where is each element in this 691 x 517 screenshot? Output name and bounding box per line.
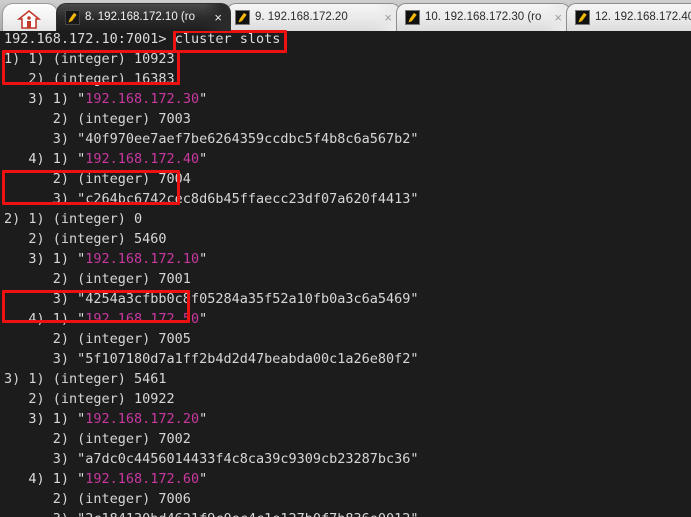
line-suffix: " [199,471,208,487]
terminal-line: 3) "a7dc0c4456014433f4c8ca39c9309cb23287… [4,451,419,467]
terminal-line: 3) "5f107180d7a1ff2b4d2d47beabda00c1a26e… [4,351,419,367]
terminal-line: 2) (integer) 7003 [4,111,191,127]
command-text: cluster slots [174,31,281,47]
terminal-line: 2) (integer) 7001 [4,271,191,287]
terminal-line: 4) 1) "192.168.172.40" [4,149,691,169]
tab-label: 9. 192.168.172.20 [255,11,348,23]
terminal-session-icon [575,10,590,25]
line-prefix: 3) 1) " [4,411,86,427]
terminal-session-icon [405,10,420,25]
node-ip-address: 192.168.172.30 [85,91,200,107]
home-icon [17,9,41,29]
line-prefix: 3) 1) " [4,251,86,267]
tab-label: 12. 192.168.172.40 ( [595,11,691,23]
node-ip-address: 192.168.172.20 [85,411,200,427]
terminal-line: 3) 1) "192.168.172.10" [4,249,691,269]
terminal-line: 3) 1) (integer) 5461 [4,371,167,387]
tab-close-icon[interactable]: × [554,11,562,24]
terminal-line: 3) 1) "192.168.172.20" [4,409,691,429]
line-suffix: " [199,91,208,107]
terminal-line: 2) (integer) 7005 [4,331,191,347]
node-ip-address: 192.168.172.10 [85,251,200,267]
terminal-line: 2) (integer) 10922 [4,391,175,407]
line-prefix: 4) 1) " [4,151,86,167]
terminal-line: 3) 1) "192.168.172.30" [4,89,691,109]
terminal-line: 3) "40f970ee7aef7be6264359ccdbc5f4b8c6a5… [4,131,419,147]
terminal-line: 1) 1) (integer) 10923 [4,51,175,67]
tab-session-4[interactable]: 12. 192.168.172.40 ( [566,3,691,31]
node-ip-address: 192.168.172.40 [85,151,200,167]
line-prefix: 4) 1) " [4,311,86,327]
terminal-output-lines: 1) 1) (integer) 10923 2) (integer) 16383… [4,49,691,517]
terminal-line: 2) (integer) 7002 [4,431,191,447]
terminal-line: 2) (integer) 16383 [4,71,175,87]
terminal-line: 2) (integer) 7004 [4,171,191,187]
tab-session-3[interactable]: 10. 192.168.172.30 (ro × [396,3,571,31]
line-prefix: 3) 1) " [4,91,86,107]
tab-close-icon[interactable]: × [214,11,222,24]
terminal-line: 4) 1) "192.168.172.60" [4,469,691,489]
tab-close-icon[interactable]: × [384,11,392,24]
terminal-window: 8. 192.168.172.10 (ro × 9. 192.168.172.2… [0,0,691,517]
line-prefix: 4) 1) " [4,471,86,487]
tab-session-1[interactable]: 8. 192.168.172.10 (ro × [56,3,231,31]
terminal-session-icon [235,10,250,25]
line-suffix: " [199,151,208,167]
line-suffix: " [199,311,208,327]
terminal-text: 192.168.172.10:7001> cluster slots 1) 1)… [4,31,691,517]
line-suffix: " [199,251,208,267]
terminal-session-icon [65,10,80,25]
terminal-line: 2) (integer) 5460 [4,231,167,247]
terminal-line: 2) 1) (integer) 0 [4,211,143,227]
terminal-line: 3) "4254a3cfbb0c8f05284a35f52a10fb0a3c6a… [4,291,419,307]
terminal-line: 3) "2c184130bd4621f9c0ec4c1e127b0f7b836e… [4,509,691,517]
home-tab[interactable] [2,3,58,31]
tab-label: 10. 192.168.172.30 (ro [425,11,542,23]
terminal-command-line: 192.168.172.10:7001> cluster slots [4,31,691,49]
line-suffix: " [199,411,208,427]
terminal-line: 4) 1) "192.168.172.50" [4,309,691,329]
tab-bar: 8. 192.168.172.10 (ro × 9. 192.168.172.2… [0,0,691,31]
node-ip-address: 192.168.172.60 [85,471,200,487]
node-ip-address: 192.168.172.50 [85,311,200,327]
tab-session-2[interactable]: 9. 192.168.172.20 × [226,3,401,31]
terminal-line: 3) "c264bc6742cec8d6b45ffaecc23df07a620f… [4,191,419,207]
terminal-line: 2) (integer) 7006 [4,491,191,507]
prompt-top: 192.168.172.10:7001> [4,31,175,47]
tab-label: 8. 192.168.172.10 (ro [85,11,195,23]
tab-strip: 8. 192.168.172.10 (ro × 9. 192.168.172.2… [0,0,691,31]
terminal-output-area[interactable]: 192.168.172.10:7001> cluster slots 1) 1)… [0,31,691,517]
